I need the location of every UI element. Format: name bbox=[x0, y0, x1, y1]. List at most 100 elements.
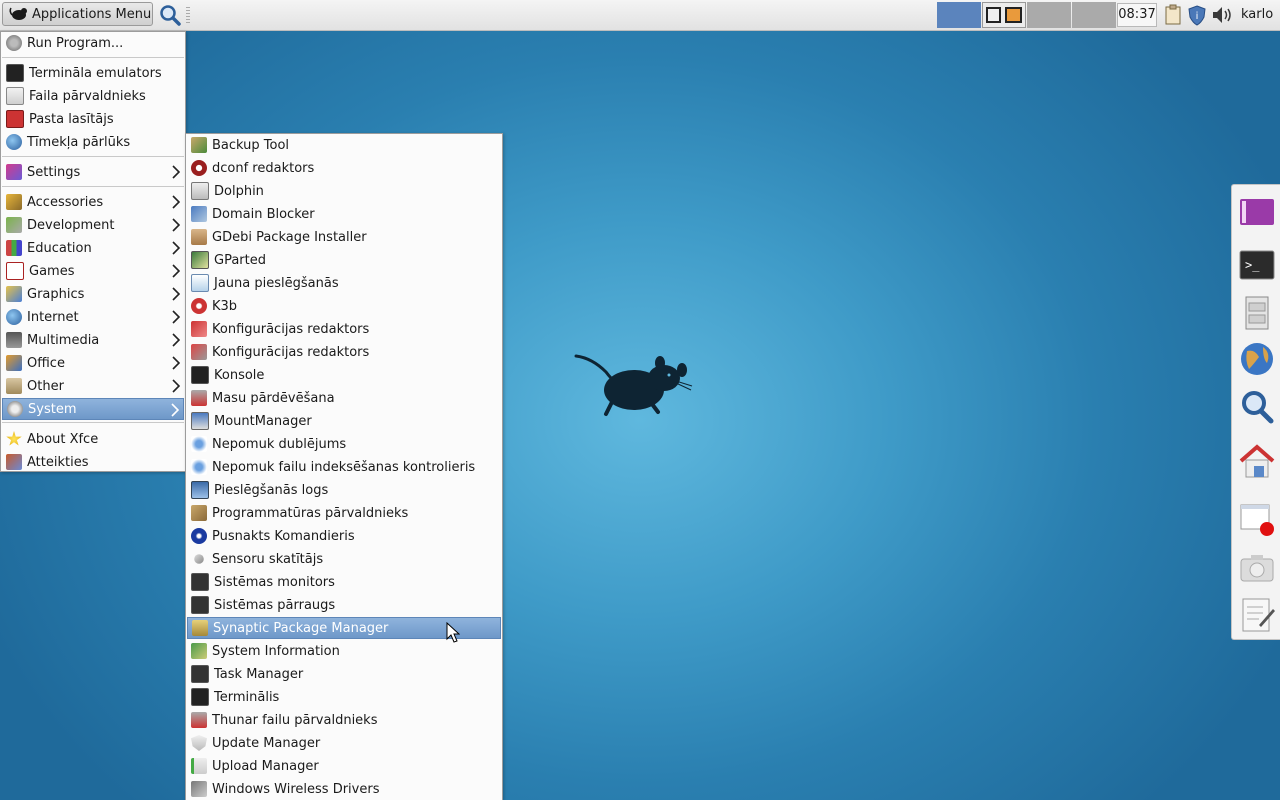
submenu-item-programmaturas-parvaldnieks[interactable]: Programmatūras pārvaldnieks bbox=[187, 502, 501, 524]
menu-item-education[interactable]: Education bbox=[2, 237, 184, 259]
menu-item-faila-parvaldnieks[interactable]: Faila pārvaldnieks bbox=[2, 85, 184, 107]
submenu-item-label: Thunar failu pārvaldnieks bbox=[212, 712, 378, 728]
submenu-item-sensoru-skatitajs[interactable]: Sensoru skatītājs bbox=[187, 548, 501, 570]
menu-item-terminala-emulators[interactable]: Termināla emulators bbox=[2, 62, 184, 84]
submenu-item-terminalis[interactable]: Terminālis bbox=[187, 686, 501, 708]
menu-item-about-xfce[interactable]: About Xfce bbox=[2, 428, 184, 450]
menu-item-games[interactable]: Games bbox=[2, 260, 184, 282]
task-manager-icon bbox=[191, 665, 209, 683]
submenu-item-sistemas-parraugs[interactable]: Sistēmas pārraugs bbox=[187, 594, 501, 616]
submenu-item-label: Konfigurācijas redaktors bbox=[212, 344, 370, 360]
dock-camera-icon[interactable] bbox=[1237, 547, 1277, 587]
submenu-item-label: K3b bbox=[212, 298, 238, 314]
clipboard-icon[interactable] bbox=[1162, 3, 1184, 27]
submenu-item-backup-tool[interactable]: Backup Tool bbox=[187, 134, 501, 156]
submenu-item-nepomuk-failu-indeksesanas-kontrolieris[interactable]: Nepomuk failu indeksēšanas kontrolieris bbox=[187, 456, 501, 478]
submenu-item-thunar-failu-parvaldnieks[interactable]: Thunar failu pārvaldnieks bbox=[187, 709, 501, 731]
dock-file-cabinet-icon[interactable] bbox=[1237, 293, 1277, 333]
submenu-item-mountmanager[interactable]: MountManager bbox=[187, 410, 501, 432]
clock[interactable]: 08:37 bbox=[1117, 3, 1157, 27]
menu-item-multimedia[interactable]: Multimedia bbox=[2, 329, 184, 351]
shield-icon[interactable]: i bbox=[1186, 3, 1208, 27]
submenu-item-label: Sistēmas monitors bbox=[214, 574, 335, 590]
menu-item-run-program[interactable]: Run Program... bbox=[2, 32, 184, 54]
submenu-item-label: Konsole bbox=[214, 367, 265, 383]
submenu-item-label: Jauna pieslēgšanās bbox=[214, 275, 339, 291]
dock-web-browser-icon[interactable] bbox=[1237, 339, 1277, 379]
dock-screen-recorder-icon[interactable] bbox=[1237, 499, 1277, 539]
submenu-item-upload-manager[interactable]: Upload Manager bbox=[187, 755, 501, 777]
terminal-icon bbox=[191, 688, 209, 706]
workspace-3[interactable] bbox=[1027, 2, 1071, 28]
submenu-item-label: dconf redaktors bbox=[212, 160, 315, 176]
menu-item-other[interactable]: Other bbox=[2, 375, 184, 397]
submenu-item-jauna-pieslegsanas[interactable]: Jauna pieslēgšanās bbox=[187, 272, 501, 294]
workspace-4[interactable] bbox=[1072, 2, 1116, 28]
right-dock: >_ bbox=[1231, 184, 1280, 640]
menu-item-label: Faila pārvaldnieks bbox=[29, 88, 146, 104]
menu-item-development[interactable]: Development bbox=[2, 214, 184, 236]
menu-item-label: Internet bbox=[27, 309, 79, 325]
workspace-2[interactable] bbox=[982, 2, 1026, 28]
menu-item-atteikties[interactable]: Atteikties bbox=[2, 451, 184, 473]
menu-item-label: Pasta lasītājs bbox=[29, 111, 114, 127]
backup-tool-icon bbox=[191, 137, 207, 153]
chevron-right-icon bbox=[172, 241, 180, 255]
submenu-item-pusnakts-komandieris[interactable]: Pusnakts Komandieris bbox=[187, 525, 501, 547]
submenu-item-pieslegsanas-logs[interactable]: Pieslēgšanās logs bbox=[187, 479, 501, 501]
system-monitor-icon bbox=[191, 573, 209, 591]
window-thumb-icon bbox=[986, 7, 1001, 23]
submenu-item-update-manager[interactable]: Update Manager bbox=[187, 732, 501, 754]
submenu-item-label: Domain Blocker bbox=[212, 206, 315, 222]
submenu-item-dconf-redaktors[interactable]: dconf redaktors bbox=[187, 157, 501, 179]
submenu-item-task-manager[interactable]: Task Manager bbox=[187, 663, 501, 685]
menu-item-timekla-parluks[interactable]: Tīmekļa pārlūks bbox=[2, 131, 184, 153]
submenu-item-sistemas-monitors[interactable]: Sistēmas monitors bbox=[187, 571, 501, 593]
dock-terminal-icon[interactable]: >_ bbox=[1237, 245, 1277, 285]
software-manager-icon bbox=[191, 505, 207, 521]
submenu-item-domain-blocker[interactable]: Domain Blocker bbox=[187, 203, 501, 225]
menu-item-label: Termināla emulators bbox=[29, 65, 162, 81]
window-thumb-icon bbox=[1005, 7, 1022, 23]
games-icon bbox=[6, 262, 24, 280]
search-icon[interactable] bbox=[158, 3, 182, 27]
submenu-item-gparted[interactable]: GParted bbox=[187, 249, 501, 271]
menu-item-office[interactable]: Office bbox=[2, 352, 184, 374]
volume-icon[interactable] bbox=[1210, 3, 1234, 27]
submenu-item-konfiguracijas-redaktors[interactable]: Konfigurācijas redaktors bbox=[187, 318, 501, 340]
nepomuk-backup-icon bbox=[191, 436, 207, 452]
system-submenu: Backup Tool dconf redaktors Dolphin Domain … bbox=[185, 133, 503, 800]
user-name[interactable]: karlo bbox=[1241, 7, 1273, 22]
settings-icon bbox=[6, 164, 22, 180]
applications-menu-button[interactable]: Applications Menu bbox=[2, 2, 153, 26]
menu-item-settings[interactable]: Settings bbox=[2, 161, 184, 183]
menu-item-system[interactable]: System bbox=[2, 398, 184, 420]
menu-item-label: System bbox=[28, 401, 77, 417]
synaptic-icon bbox=[192, 620, 208, 636]
submenu-item-konsole[interactable]: Konsole bbox=[187, 364, 501, 386]
dock-text-editor-icon[interactable] bbox=[1237, 595, 1277, 635]
thunar-icon bbox=[191, 712, 207, 728]
dock-workspace-switcher-icon[interactable] bbox=[1237, 191, 1277, 231]
submenu-item-konfiguracijas-redaktors[interactable]: Konfigurācijas redaktors bbox=[187, 341, 501, 363]
submenu-item-gdebi-package-installer[interactable]: GDebi Package Installer bbox=[187, 226, 501, 248]
submenu-item-dolphin[interactable]: Dolphin bbox=[187, 180, 501, 202]
sensor-viewer-icon bbox=[194, 554, 204, 564]
menu-item-internet[interactable]: Internet bbox=[2, 306, 184, 328]
submenu-item-label: Terminālis bbox=[214, 689, 280, 705]
internet-icon bbox=[6, 309, 22, 325]
submenu-item-windows-wireless-drivers[interactable]: Windows Wireless Drivers bbox=[187, 778, 501, 800]
dock-search-icon[interactable] bbox=[1237, 387, 1277, 427]
menu-item-graphics[interactable]: Graphics bbox=[2, 283, 184, 305]
panel-handle[interactable] bbox=[186, 7, 190, 23]
system-supervisor-icon bbox=[191, 596, 209, 614]
submenu-item-masu-pardevesana[interactable]: Masu pārdēvēšana bbox=[187, 387, 501, 409]
menu-item-pasta-lasitajs[interactable]: Pasta lasītājs bbox=[2, 108, 184, 130]
dock-home-folder-icon[interactable] bbox=[1237, 441, 1277, 481]
nepomuk-indexer-icon bbox=[191, 459, 207, 475]
submenu-item-nepomuk-dublejums[interactable]: Nepomuk dublējums bbox=[187, 433, 501, 455]
workspace-1[interactable] bbox=[937, 2, 981, 28]
login-window-icon bbox=[191, 481, 209, 499]
menu-item-accessories[interactable]: Accessories bbox=[2, 191, 184, 213]
submenu-item-k3b[interactable]: K3b bbox=[187, 295, 501, 317]
